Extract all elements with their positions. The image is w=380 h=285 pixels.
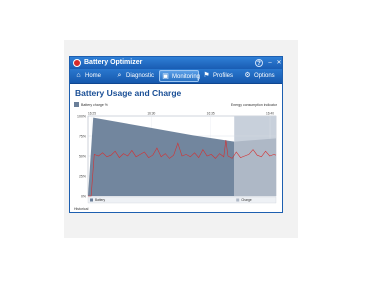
monitor-icon: ▣ [162, 73, 169, 80]
battery-chart: 100% 75% 50% 25% 0% 16:25 16:30 16:35 16:40 Batte… [74, 110, 280, 206]
page-title: Battery Usage and Charge [75, 88, 182, 98]
y-tick-label: 100% [77, 114, 86, 118]
close-icon[interactable]: ✕ [275, 59, 282, 67]
battery-optimizer-logo-icon [73, 59, 81, 67]
tab-monitoring[interactable]: ▣ Monitoring [159, 70, 201, 82]
legend-charge-swatch [236, 198, 240, 202]
help-icon[interactable]: ? [255, 59, 263, 67]
title-bar: Battery Optimizer ? – ✕ [70, 57, 282, 69]
y-tick-label: 75% [79, 134, 86, 138]
legend-battery-charge: Battery charge % [81, 103, 108, 107]
tab-label: Profiles [213, 73, 234, 79]
app-window: Battery Optimizer ? – ✕ ⌂ Home ⌕ Diagnosti… [69, 56, 283, 213]
tab-label: Options [254, 73, 275, 79]
battery-chart-svg: 100% 75% 50% 25% 0% 16:25 16:30 16:35 16:40 Batte… [77, 112, 277, 204]
x-tick-label: 16:30 [147, 112, 155, 116]
main-nav: ⌂ Home ⌕ Diagnostic ▣ Monitoring ⚑ Profiles … [70, 69, 282, 84]
legend-energy-indicator: Energy consumption indicator [230, 103, 277, 107]
tab-label: Home [85, 73, 102, 79]
legend-battery-swatch [90, 198, 93, 202]
legend-swatch [74, 102, 79, 107]
tab-options[interactable]: ⚙ Options [242, 70, 280, 82]
chart-header: Battery charge % Energy consumption indi… [74, 101, 279, 109]
monitoring-panel: Battery Usage and Charge Battery charge … [70, 84, 282, 212]
tab-profiles[interactable]: ⚑ Profiles [201, 70, 237, 82]
x-tick-label: 16:35 [207, 112, 215, 116]
tab-label: Monitoring [172, 74, 201, 80]
legend-battery-label: Battery [95, 198, 106, 202]
x-tick-label: 16:25 [88, 112, 96, 116]
minimize-icon[interactable]: – [266, 59, 274, 67]
profiles-icon: ⚑ [203, 72, 210, 79]
home-icon: ⌂ [76, 72, 81, 79]
y-tick-label: 50% [79, 154, 86, 158]
window-title: Battery Optimizer [84, 59, 143, 66]
x-tick-label: 16:40 [266, 112, 274, 116]
gear-icon: ⚙ [244, 72, 251, 79]
y-tick-label: 25% [79, 174, 86, 178]
y-tick-label: 0% [81, 194, 86, 198]
legend-charge-label: Charge [241, 198, 252, 202]
tab-label: Diagnostic [126, 73, 155, 79]
tab-home[interactable]: ⌂ Home [73, 70, 107, 82]
tab-diagnostic[interactable]: ⌕ Diagnostic [114, 70, 160, 82]
magnifier-icon: ⌕ [117, 72, 122, 79]
battery-area-projected [234, 138, 276, 196]
historical-link[interactable]: Historical [74, 207, 88, 211]
